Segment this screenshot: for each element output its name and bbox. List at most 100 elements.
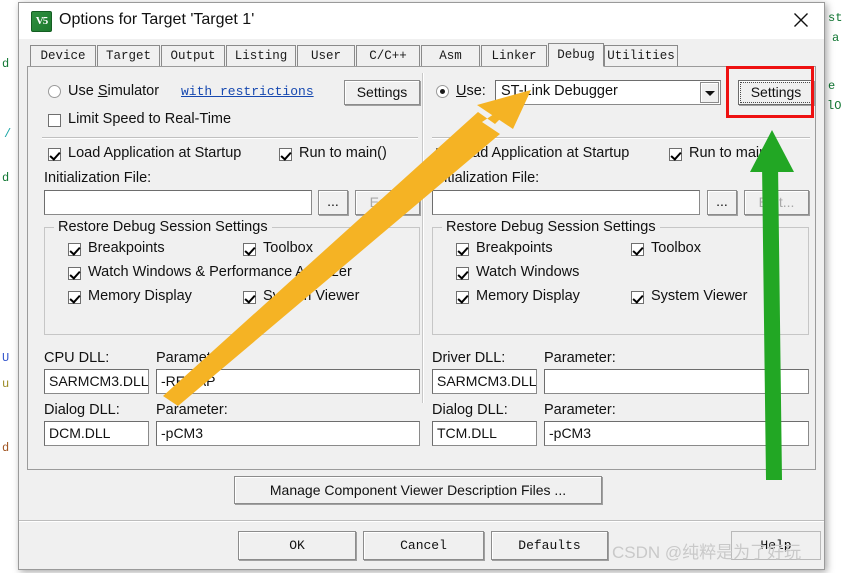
defaults-button[interactable]: Defaults: [491, 531, 608, 560]
right-breakpoints-checkbox[interactable]: [456, 243, 469, 256]
driver-dll-label: Driver DLL:: [432, 350, 506, 366]
tab-label: Utilities: [607, 49, 675, 63]
left-dialog-parameter-input[interactable]: -pCM3: [156, 421, 420, 446]
right-system-viewer-checkbox[interactable]: [631, 291, 644, 304]
background-code-fragment: d: [2, 441, 10, 455]
left-dialog-parameter-label: Parameter:: [156, 402, 228, 418]
right-run-to-main-checkbox[interactable]: [669, 148, 682, 161]
tab-label: Device: [40, 49, 86, 63]
right-separator: [432, 137, 810, 139]
debug-tab-page: Use Simulator with restrictions Settings…: [27, 66, 816, 470]
cpu-parameter-input[interactable]: -REMAP: [156, 369, 420, 394]
left-run-to-main-label: Run to main(): [299, 145, 387, 161]
cpu-dll-input[interactable]: SARMCM3.DLL: [44, 369, 149, 394]
left-watch-windows-checkbox[interactable]: [68, 267, 81, 280]
dialog-title: Options for Target 'Target 1': [59, 11, 255, 28]
panel-divider: [422, 73, 424, 403]
footer-separator: [19, 520, 824, 522]
cancel-button[interactable]: Cancel: [363, 531, 484, 560]
right-watch-windows-label: Watch Windows: [476, 264, 580, 280]
use-simulator-radio[interactable]: [48, 85, 61, 98]
left-memory-display-label: Memory Display: [88, 288, 192, 304]
tab-label: Output: [170, 49, 216, 63]
help-button[interactable]: Help: [731, 531, 821, 560]
use-debugger-radio[interactable]: [436, 85, 449, 98]
right-restore-session-title: Restore Debug Session Settings: [442, 219, 660, 235]
tab-user[interactable]: User: [297, 45, 355, 66]
background-code-fragment: /: [4, 127, 12, 141]
background-code-fragment: U: [2, 351, 10, 365]
options-dialog: V5 Options for Target 'Target 1' Device T…: [18, 2, 825, 570]
tab-label: Asm: [439, 49, 462, 63]
tab-strip: Device Target Output Listing User C/C++ Asm Lin…: [27, 43, 816, 67]
left-watch-windows-label: Watch Windows & Performance Analyzer: [88, 264, 352, 280]
right-system-viewer-label: System Viewer: [651, 288, 748, 304]
left-breakpoints-label: Breakpoints: [88, 240, 165, 256]
simulator-settings-button[interactable]: Settings: [344, 80, 420, 105]
ok-button[interactable]: OK: [238, 531, 356, 560]
right-breakpoints-label: Breakpoints: [476, 240, 553, 256]
tab-linker[interactable]: Linker: [481, 45, 547, 66]
background-code-fragment: st: [828, 11, 842, 25]
tab-device[interactable]: Device: [30, 45, 96, 66]
right-memory-display-checkbox[interactable]: [456, 291, 469, 304]
right-initialization-file-input[interactable]: [432, 190, 700, 215]
tab-listing[interactable]: Listing: [226, 45, 296, 66]
right-run-to-main-label: Run to main(): [689, 145, 777, 161]
driver-parameter-input[interactable]: [544, 369, 809, 394]
right-dialog-dll-label: Dialog DLL:: [432, 402, 508, 418]
close-icon[interactable]: [778, 3, 824, 37]
driver-dll-input[interactable]: SARMCM3.DLL: [432, 369, 537, 394]
tab-label: Debug: [557, 48, 595, 62]
right-initialization-file-label: Initialization File:: [432, 170, 540, 186]
manage-component-viewer-button[interactable]: Manage Component Viewer Description File…: [234, 476, 602, 504]
background-code-fragment: a: [832, 31, 840, 45]
right-dialog-parameter-input[interactable]: -pCM3: [544, 421, 809, 446]
right-toolbox-checkbox[interactable]: [631, 243, 644, 256]
right-dialog-parameter-label: Parameter:: [544, 402, 616, 418]
debugger-select[interactable]: ST-Link Debugger: [495, 80, 721, 105]
left-restore-session-title: Restore Debug Session Settings: [54, 219, 272, 235]
left-run-to-main-checkbox[interactable]: [279, 148, 292, 161]
tab-label: User: [310, 49, 341, 63]
tab-utilities[interactable]: Utilities: [604, 45, 678, 66]
right-toolbox-label: Toolbox: [651, 240, 701, 256]
chevron-down-icon[interactable]: [700, 82, 719, 103]
left-initialization-file-input[interactable]: [44, 190, 312, 215]
background-code-fragment: u: [2, 377, 10, 391]
left-memory-display-checkbox[interactable]: [68, 291, 81, 304]
left-system-viewer-checkbox[interactable]: [243, 291, 256, 304]
background-code-fragment: e: [828, 79, 836, 93]
left-load-application-checkbox[interactable]: [48, 148, 61, 161]
use-debugger-label: Use:: [456, 83, 486, 99]
keil-uvision5-icon: V5: [31, 11, 52, 32]
right-dialog-dll-input[interactable]: TCM.DLL: [432, 421, 537, 446]
tab-output[interactable]: Output: [161, 45, 225, 66]
left-initialization-file-label: Initialization File:: [44, 170, 152, 186]
background-code-fragment: d: [2, 57, 10, 71]
tab-target[interactable]: Target: [97, 45, 160, 66]
left-separator: [42, 137, 418, 139]
right-load-application-checkbox[interactable]: [436, 148, 449, 161]
tab-c-c-[interactable]: C/C++: [356, 45, 420, 66]
background-code-fragment: d: [2, 171, 10, 185]
right-watch-windows-checkbox[interactable]: [456, 267, 469, 280]
limit-speed-checkbox[interactable]: [48, 114, 61, 127]
left-toolbox-label: Toolbox: [263, 240, 313, 256]
cpu-parameter-label: Parameter:: [156, 350, 228, 366]
with-restrictions-link[interactable]: with restrictions: [181, 84, 314, 99]
tab-label: Linker: [491, 49, 537, 63]
limit-speed-label: Limit Speed to Real-Time: [68, 111, 232, 127]
left-toolbox-checkbox[interactable]: [243, 243, 256, 256]
tab-debug[interactable]: Debug: [548, 43, 604, 67]
driver-parameter-label: Parameter:: [544, 350, 616, 366]
debugger-settings-button[interactable]: Settings: [738, 80, 814, 105]
left-browse-button[interactable]: ...: [318, 190, 348, 215]
left-breakpoints-checkbox[interactable]: [68, 243, 81, 256]
left-dialog-dll-label: Dialog DLL:: [44, 402, 120, 418]
left-system-viewer-label: System Viewer: [263, 288, 360, 304]
tab-asm[interactable]: Asm: [421, 45, 480, 66]
right-edit-button: Edit...: [744, 190, 809, 215]
left-dialog-dll-input[interactable]: DCM.DLL: [44, 421, 149, 446]
right-browse-button[interactable]: ...: [707, 190, 737, 215]
